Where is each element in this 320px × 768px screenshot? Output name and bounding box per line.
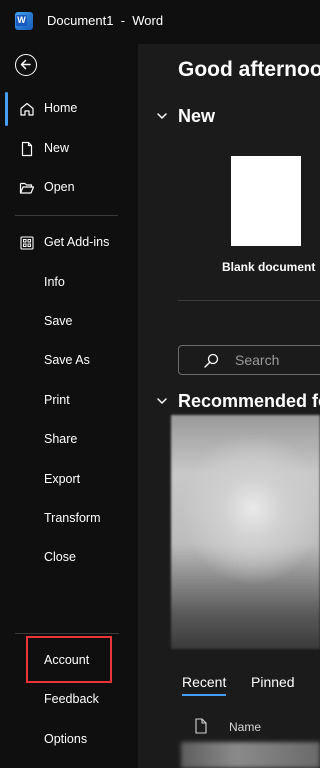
- sidebar-item-share[interactable]: Share: [0, 423, 138, 457]
- section-title: Recommended fo: [178, 391, 320, 411]
- sidebar-divider: [15, 633, 119, 634]
- sidebar-item-transform[interactable]: Transform: [0, 502, 138, 536]
- home-icon: [20, 102, 34, 116]
- blank-document-tile[interactable]: [231, 156, 301, 246]
- back-arrow-icon: [20, 59, 31, 70]
- file-row[interactable]: [181, 742, 320, 768]
- sidebar-item-label: Save: [44, 314, 73, 328]
- sidebar-item-label: Share: [44, 432, 78, 446]
- sidebar-item-label: Print: [44, 393, 70, 407]
- sidebar-item-home[interactable]: Home: [0, 92, 138, 126]
- sidebar-item-close[interactable]: Close: [0, 541, 138, 575]
- sidebar-item-label: Feedback: [44, 692, 99, 706]
- sidebar-divider: [15, 215, 118, 216]
- chevron-down-icon: [157, 113, 167, 119]
- word-logo-letter: W: [16, 15, 27, 26]
- search-icon: [204, 353, 219, 368]
- section-title: New: [178, 106, 216, 126]
- section-divider: [178, 300, 320, 301]
- sidebar-item-label: New: [44, 141, 70, 155]
- backstage-sidebar: Home New Open Get Add-ins Info Save Save…: [0, 44, 138, 768]
- add-ins-grid-icon: [20, 236, 34, 250]
- window-title: Document1 - Word: [47, 13, 164, 28]
- sidebar-item-save[interactable]: Save: [0, 305, 138, 339]
- sidebar-item-new[interactable]: New: [0, 132, 138, 166]
- blank-document-label: Blank document: [222, 260, 316, 274]
- sidebar-item-label: Get Add-ins: [44, 235, 110, 249]
- sidebar-item-label: Home: [44, 101, 78, 115]
- sidebar-item-export[interactable]: Export: [0, 463, 138, 497]
- sidebar-item-open[interactable]: Open: [0, 171, 138, 205]
- tab-pinned[interactable]: Pinned: [251, 674, 295, 690]
- sidebar-item-print[interactable]: Print: [0, 384, 138, 418]
- recommended-thumbnail[interactable]: [171, 415, 320, 649]
- word-logo-icon: W: [15, 12, 33, 30]
- sidebar-item-options[interactable]: Options: [0, 723, 138, 757]
- search-input[interactable]: [235, 351, 320, 369]
- page-title: Good afternoo: [178, 58, 320, 81]
- tab-active-indicator: [182, 694, 226, 696]
- name-column-header[interactable]: Name: [229, 720, 261, 734]
- sidebar-item-feedback[interactable]: Feedback: [0, 683, 138, 717]
- sidebar-item-save-as[interactable]: Save As: [0, 344, 138, 378]
- sidebar-item-label: Options: [44, 732, 88, 746]
- sidebar-item-label: Close: [44, 550, 76, 564]
- sidebar-item-label: Info: [44, 275, 65, 289]
- account-highlight-box: [26, 636, 112, 683]
- sidebar-item-info[interactable]: Info: [0, 266, 138, 300]
- sidebar-item-get-add-ins[interactable]: Get Add-ins: [0, 226, 138, 260]
- sidebar-item-label: Export: [44, 472, 81, 486]
- new-document-icon: [21, 141, 33, 157]
- sidebar-item-label: Open: [44, 180, 75, 194]
- file-type-icon: [195, 718, 207, 734]
- search-box[interactable]: [178, 345, 320, 375]
- tab-recent[interactable]: Recent: [182, 674, 226, 690]
- sidebar-item-label: Save As: [44, 353, 90, 367]
- main-content: Good afternoo New Blank document Recomme…: [138, 44, 320, 768]
- back-button[interactable]: [15, 54, 37, 76]
- open-folder-icon: [19, 182, 35, 194]
- title-bar: W Document1 - Word: [0, 0, 320, 44]
- sidebar-item-label: Transform: [44, 511, 101, 525]
- chevron-down-icon: [157, 398, 167, 404]
